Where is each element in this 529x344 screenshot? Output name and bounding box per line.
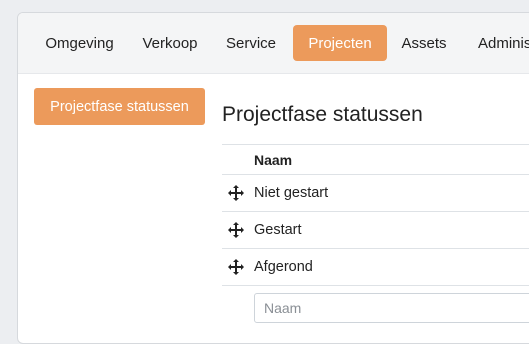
nav-item-assets[interactable]: Assets [392, 25, 456, 61]
app-window: Omgeving Verkoop Service Projecten Asset… [17, 12, 529, 344]
page-title: Projectfase statussen [222, 103, 423, 126]
table-row[interactable]: Niet gestart [222, 175, 529, 212]
top-navbar: Omgeving Verkoop Service Projecten Asset… [18, 13, 529, 74]
new-name-input[interactable] [254, 293, 529, 323]
move-icon[interactable] [228, 222, 244, 238]
table-row[interactable]: Gestart [222, 212, 529, 249]
nav-item-administratie[interactable]: Administ [462, 25, 529, 61]
nav-item-projecten[interactable]: Projecten [293, 25, 387, 61]
table-header: Naam [222, 144, 529, 175]
projectfase-statussen-button[interactable]: Projectfase statussen [34, 88, 205, 125]
status-table: Naam Niet gestart Gestart Afgerond [222, 144, 529, 331]
row-name: Afgerond [254, 259, 313, 275]
nav-item-omgeving[interactable]: Omgeving [33, 25, 126, 61]
nav-item-service[interactable]: Service [216, 25, 286, 61]
nav-item-verkoop[interactable]: Verkoop [131, 25, 209, 61]
row-name: Gestart [254, 222, 302, 238]
new-row [222, 286, 529, 331]
table-row[interactable]: Afgerond [222, 249, 529, 286]
row-name: Niet gestart [254, 185, 329, 201]
column-header-naam: Naam [254, 152, 293, 168]
move-icon[interactable] [228, 259, 244, 275]
move-icon[interactable] [228, 185, 244, 201]
